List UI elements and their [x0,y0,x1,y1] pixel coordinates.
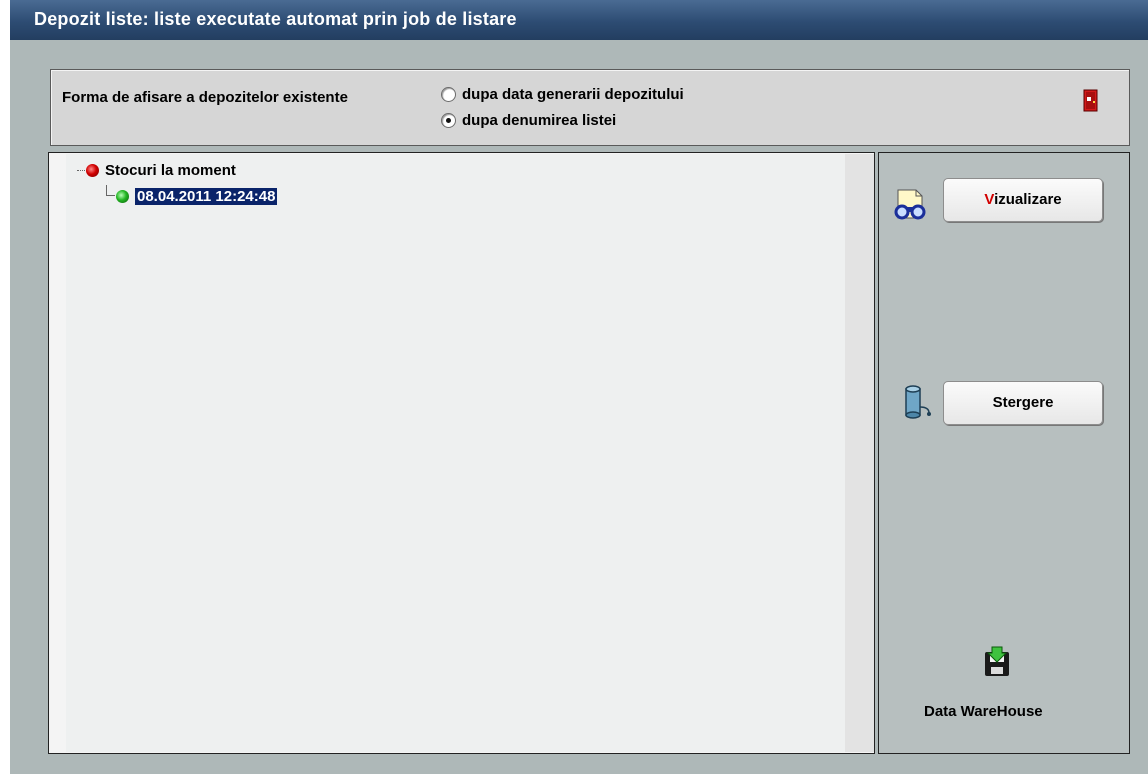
view-button[interactable]: Vizualizare [943,178,1103,222]
radio-label: dupa denumirea listei [462,112,617,129]
tree-view-area[interactable]: Stocuri la moment 08.04.2011 12:24:48 [66,154,845,752]
floppy-save-icon[interactable] [981,646,1013,678]
actions-panel: Vizualizare Stergere Data WareHouse [878,152,1130,754]
tree-scrollbar-area [845,154,874,752]
display-form-panel: Forma de afisare a depozitelor existente… [50,69,1130,146]
status-green-icon [116,190,129,203]
main-window: Depozit liste: liste executate automat p… [10,0,1148,774]
radio-by-name[interactable]: dupa denumirea listei [441,112,616,129]
tree-node-child[interactable]: 08.04.2011 12:24:48 [116,188,278,205]
tree-connector [77,170,85,171]
exit-door-icon[interactable] [1083,89,1098,112]
radio-button[interactable] [441,113,456,128]
database-delete-icon [905,385,931,419]
radio-label: dupa data generarii depozitului [462,86,684,103]
tree-node-root[interactable]: Stocuri la moment [86,162,236,179]
data-warehouse-label[interactable]: Data WareHouse [924,703,1043,720]
list-tree[interactable]: Stocuri la moment 08.04.2011 12:24:48 [48,152,875,754]
tree-node-label-selected[interactable]: 08.04.2011 12:24:48 [135,188,278,205]
delete-button[interactable]: Stergere [943,381,1103,425]
delete-button-label: Stergere [992,394,1054,411]
display-form-label: Forma de afisare a depozitelor existente [62,89,348,106]
window-title: Depozit liste: liste executate automat p… [10,0,1148,40]
tree-node-label: Stocuri la moment [105,162,236,179]
status-red-icon [86,164,99,177]
radio-by-date[interactable]: dupa data generarii depozitului [441,86,684,103]
view-button-label: izualizare [994,191,1062,208]
view-button-accel: V [984,191,995,208]
radio-button[interactable] [441,87,456,102]
binoculars-icon [894,189,926,220]
tree-connector [106,185,115,196]
